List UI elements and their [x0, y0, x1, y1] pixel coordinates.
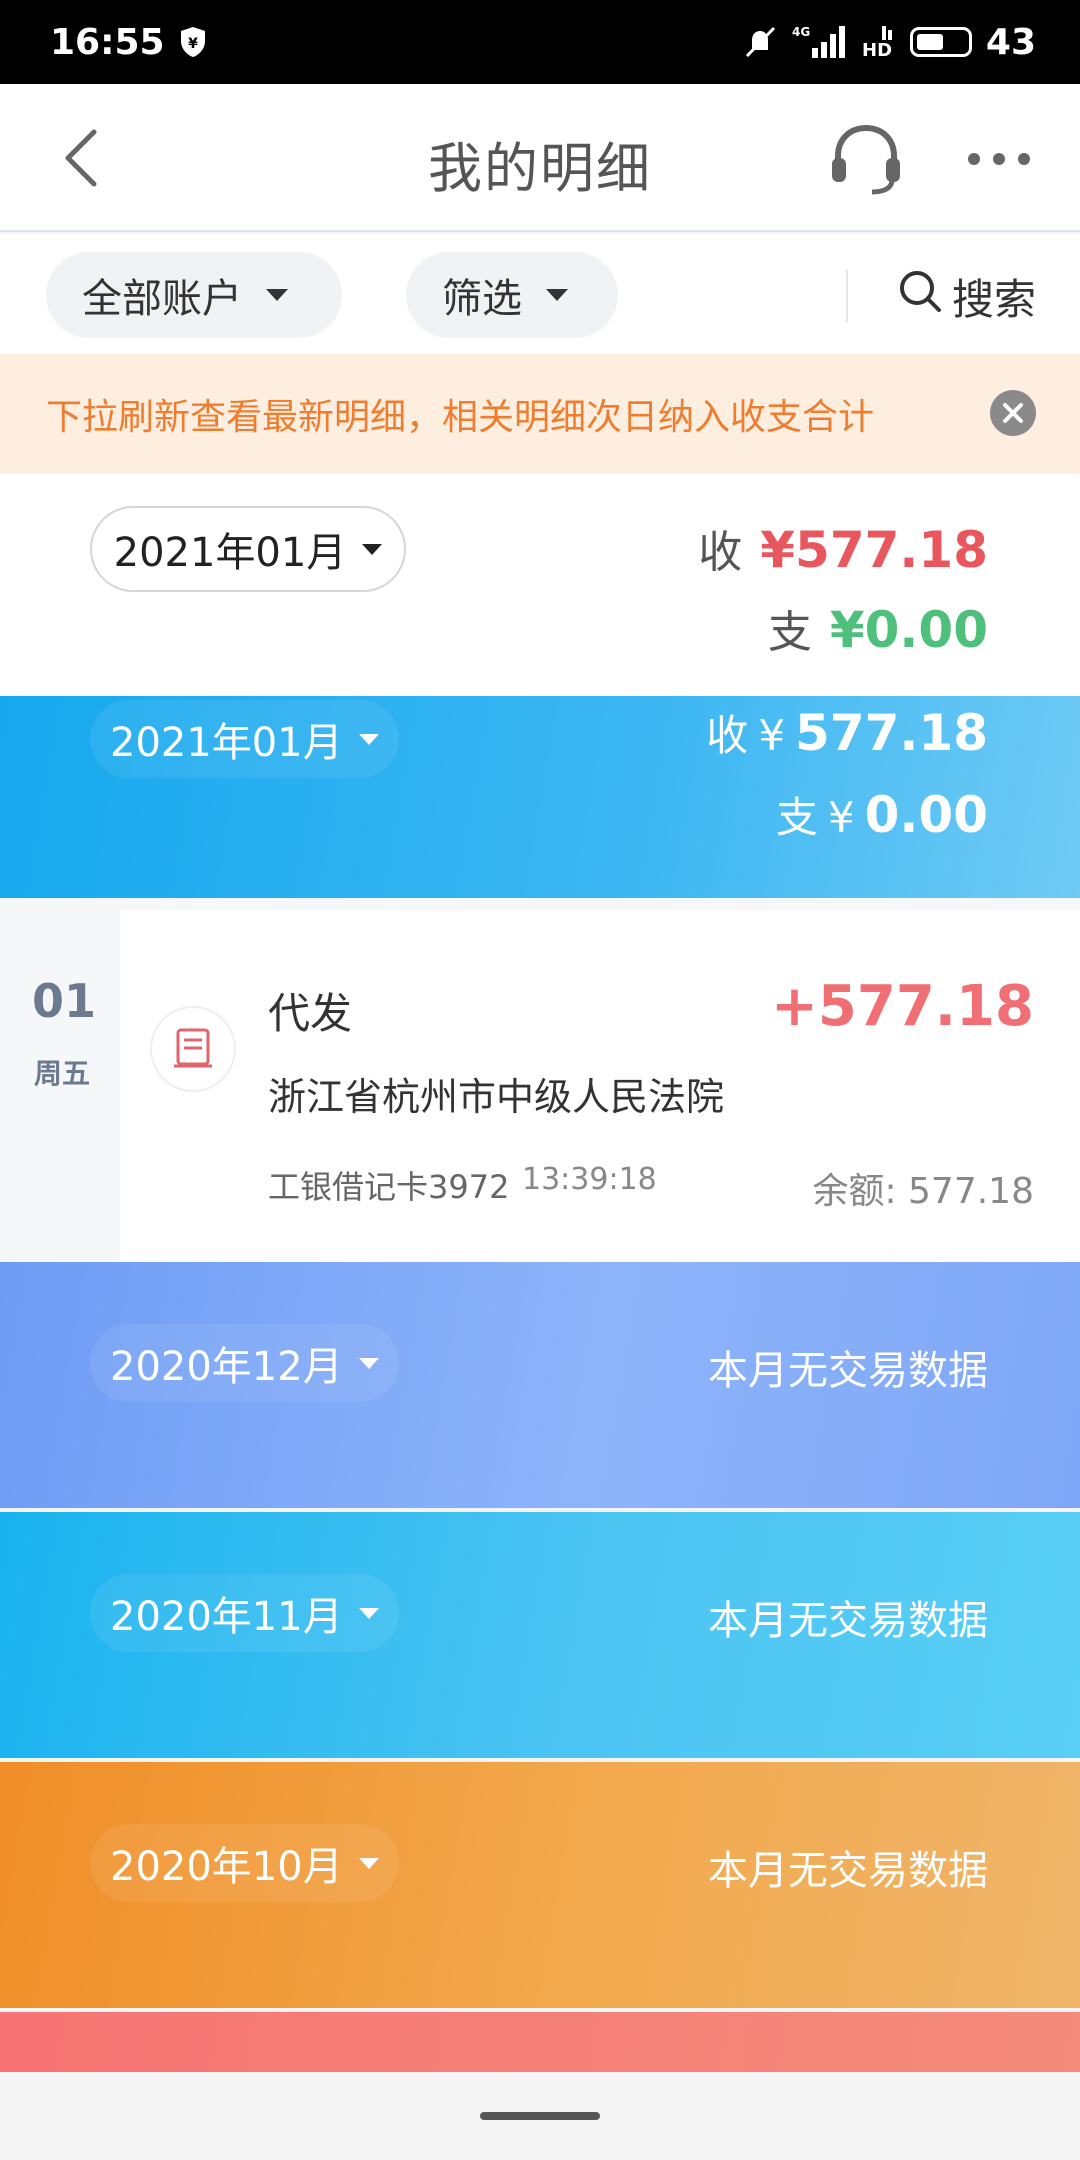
banner-income: 收 ¥ 577.18 [706, 702, 988, 763]
svg-text:HD: HD [862, 40, 892, 60]
caret-down-icon [266, 289, 288, 301]
month-chip[interactable]: 2021年01月 [90, 700, 399, 778]
account-dropdown[interactable]: 全部账户 [46, 252, 342, 338]
filter-bar: 全部账户 筛选 搜索 [0, 234, 1080, 354]
month-banner-2020-11: 2020年11月 本月无交易数据 [0, 1512, 1080, 1758]
month-chip-label: 2021年01月 [110, 720, 343, 766]
svg-text:¥: ¥ [188, 36, 198, 52]
transaction-weekday: 周五 [34, 1057, 91, 1090]
caret-down-icon [358, 733, 379, 745]
month-picker-label: 2021年01月 [113, 530, 347, 576]
transaction-day: 01 [32, 974, 97, 1028]
signal-icon: 4G [792, 24, 846, 60]
mute-icon [742, 24, 778, 60]
banner-expense-value: 0.00 [864, 786, 988, 844]
transaction-time: 13:39:18 [522, 1162, 657, 1197]
month-banner-2020-10: 2020年10月 本月无交易数据 [0, 1762, 1080, 2008]
page-title: 我的明细 [428, 137, 652, 200]
search-label: 搜索 [952, 274, 1037, 324]
system-nav-bar [0, 2072, 1080, 2160]
battery-level: 43 [985, 21, 1036, 63]
month-picker[interactable]: 2021年01月 [90, 506, 406, 592]
month-chip-label: 2020年12月 [110, 1344, 343, 1390]
close-icon[interactable] [990, 390, 1036, 436]
month-chip-label: 2020年11月 [110, 1594, 343, 1640]
month-chip[interactable]: 2020年12月 [90, 1324, 399, 1402]
expense-value: ¥0.00 [829, 601, 988, 659]
filter-dropdown[interactable]: 筛选 [406, 252, 618, 338]
notice-text: 下拉刷新查看最新明细，相关明细次日纳入收支合计 [46, 397, 875, 438]
hd-icon: HD [860, 24, 896, 60]
caret-down-icon [362, 543, 383, 555]
svg-text:4G: 4G [792, 25, 810, 39]
transaction-payer: 浙江省杭州市中级人民法院 [268, 1075, 725, 1119]
headset-icon[interactable] [826, 122, 906, 196]
transaction-group: 01 周五 代发 +577.18 浙江省杭州市中级人民法院 工银借记卡3972 … [0, 898, 1080, 1262]
search-button[interactable]: 搜索 [898, 264, 1036, 328]
battery-icon [909, 27, 972, 57]
month-banner-2020-12: 2020年12月 本月无交易数据 [0, 1262, 1080, 1508]
banner-income-label: 收 [706, 711, 749, 760]
no-data-text: 本月无交易数据 [708, 1348, 988, 1394]
month-banner-next [0, 2012, 1080, 2072]
no-data-text: 本月无交易数据 [708, 1598, 988, 1644]
month-banner-2021-01: 2021年01月 收 ¥ 577.18 支 ¥ 0.00 [0, 696, 1080, 898]
title-bar: 我的明细 [0, 84, 1080, 232]
transaction-item[interactable]: 代发 +577.18 浙江省杭州市中级人民法院 工银借记卡3972 13:39:… [120, 910, 1080, 1262]
filter-dropdown-label: 筛选 [442, 276, 522, 322]
income-summary: 收 ¥577.18 [698, 516, 988, 580]
caret-down-icon [358, 1857, 379, 1869]
banner-expense-currency: ¥ [827, 793, 855, 842]
banner-income-currency: ¥ [758, 711, 786, 760]
search-icon [898, 269, 942, 323]
payroll-icon [150, 1006, 236, 1092]
refresh-notice: 下拉刷新查看最新明细，相关明细次日纳入收支合计 [0, 354, 1080, 474]
income-value: ¥577.18 [760, 521, 988, 579]
transaction-type: 代发 [268, 989, 353, 1038]
transaction-amount: +577.18 [770, 974, 1034, 1039]
account-dropdown-label: 全部账户 [82, 276, 242, 322]
month-chip[interactable]: 2020年10月 [90, 1824, 399, 1902]
month-chip[interactable]: 2020年11月 [90, 1574, 399, 1652]
income-label: 收 [698, 527, 743, 578]
status-time: 16:55 [50, 21, 165, 63]
caret-down-icon [358, 1357, 379, 1369]
banner-expense: 支 ¥ 0.00 [776, 784, 988, 845]
month-summary: 2021年01月 收 ¥577.18 支 ¥0.00 [0, 474, 1080, 696]
caret-down-icon [358, 1607, 379, 1619]
shield-icon: ¥ [179, 26, 207, 58]
transaction-balance: 余额: 577.18 [812, 1171, 1034, 1212]
expense-summary: 支 ¥0.00 [768, 596, 988, 660]
expense-label: 支 [767, 607, 812, 658]
banner-expense-label: 支 [775, 793, 818, 842]
no-data-text: 本月无交易数据 [708, 1848, 988, 1894]
caret-down-icon [546, 289, 568, 301]
month-chip-label: 2020年10月 [110, 1844, 343, 1890]
more-icon[interactable] [966, 144, 1032, 174]
status-bar: 16:55 ¥ 4G HD 43 [0, 0, 1080, 84]
transaction-card: 工银借记卡3972 [268, 1168, 510, 1206]
banner-income-value: 577.18 [795, 704, 988, 762]
home-indicator[interactable] [480, 2112, 600, 2120]
divider [846, 270, 848, 322]
